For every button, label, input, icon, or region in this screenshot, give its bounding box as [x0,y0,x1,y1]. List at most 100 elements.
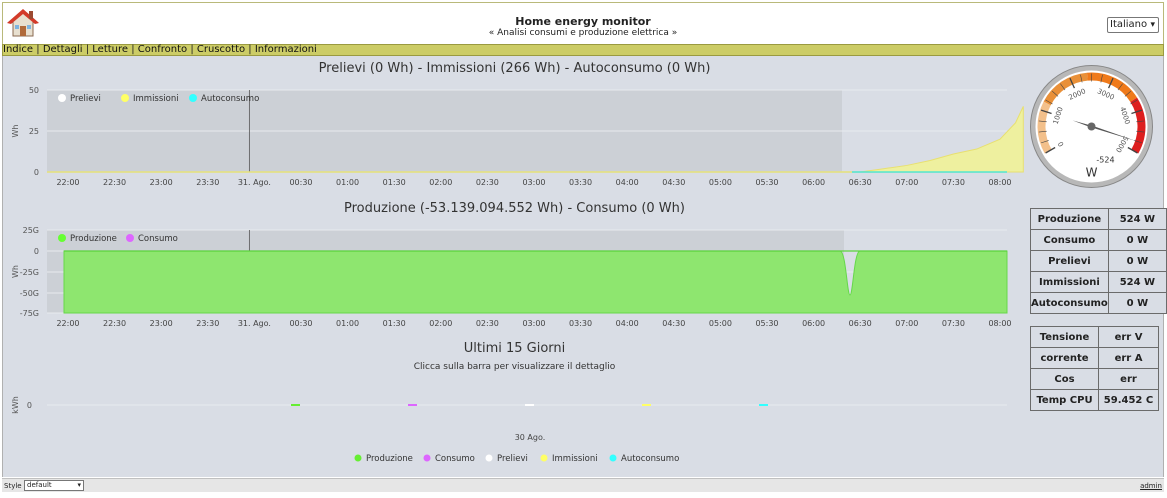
power-label: Immissioni [1030,271,1109,293]
y-tick-label: -25G [20,268,39,277]
legend-label: Produzione [70,234,117,244]
x-tick-label: 04:00 [616,178,639,187]
admin-link[interactable]: admin [1140,482,1162,490]
nav-item-dettagli[interactable]: Dettagli [43,44,83,55]
header: Home energy monitor « Analisi consumi e … [2,2,1164,44]
x-tick-label: 22:30 [103,319,126,328]
x-tick-label: 04:30 [662,178,685,187]
y-tick-label: 0 [27,401,32,410]
y-tick-label: 0 [34,168,39,177]
table-row: Autoconsumo 0 W [1030,292,1167,314]
legend-label: Prelievi [497,454,528,464]
sensor-value: err V [1098,326,1159,348]
bar-autoconsumo [759,404,768,406]
x-tick-label: 06:00 [802,178,825,187]
x-tick-label: 03:00 [522,319,545,328]
y-tick-label: 50 [29,86,39,95]
legend-marker [58,234,66,242]
footer: Style : default ▾ admin [2,478,1164,492]
y-tick-label: -50G [20,289,39,298]
sensor-label: Cos [1030,368,1099,390]
x-tick-label: 01:00 [336,178,359,187]
legend-label: Autoconsumo [201,94,259,104]
table-row: corrente err A [1030,347,1159,369]
table-row: Temp CPU 59.452 C [1030,389,1159,411]
power-value: 0 W [1107,292,1167,314]
sensor-label: Tensione [1030,326,1099,348]
x-tick-label: 22:00 [56,178,79,187]
language-select[interactable]: Italiano ▾ [1107,17,1159,33]
nav-item-letture[interactable]: Letture [92,44,128,55]
legend-marker [121,94,129,102]
x-tick-label: 04:00 [616,319,639,328]
table-row: Prelievi 0 W [1030,250,1167,272]
x-tick-label: 02:00 [429,319,452,328]
power-label: Autoconsumo [1030,292,1109,314]
legend-marker [126,234,134,242]
x-tick-label: 05:30 [755,178,778,187]
x-tick-label: 02:30 [476,319,499,328]
x-tick-label: 30 Ago. [515,433,546,442]
nav-item-indice[interactable]: Indice [3,44,33,55]
x-tick-label: 31. Ago. [238,178,271,187]
style-value: default [27,481,52,489]
y-tick-label: 25G [23,226,39,235]
x-tick-label: 22:30 [103,178,126,187]
legend-marker [354,454,362,462]
x-tick-label: 08:00 [988,319,1011,328]
sensor-label: corrente [1030,347,1099,369]
legend-label: Immissioni [552,454,598,464]
table-row: Produzione 524 W [1030,208,1167,230]
x-tick-label: 07:30 [942,319,965,328]
gauge-unit-label: W [1086,166,1098,180]
nav-item-informazioni[interactable]: Informazioni [255,44,317,55]
y-axis-label: Wh [11,125,20,138]
x-tick-label: 23:00 [150,178,173,187]
nav-item-cruscotto[interactable]: Cruscotto [197,44,245,55]
power-value: 524 W [1107,208,1167,230]
power-value: 0 W [1107,229,1167,251]
x-tick-label: 07:00 [895,319,918,328]
nav-item-confronto[interactable]: Confronto [138,44,187,55]
x-tick-label: 07:00 [895,178,918,187]
chart3-title: Ultimi 15 Giorni [463,341,566,356]
legend-marker [423,454,431,462]
chevron-down-icon: ▾ [77,481,81,489]
legend-label: Consumo [435,454,475,464]
table-row: Cos err [1030,368,1159,390]
chart2-svg[interactable]: 25G 0 -25G -50G -75G Wh 22:00 22:30 23:00 23:30 31… [2,218,1027,333]
x-tick-label: 02:30 [476,178,499,187]
power-value: 0 W [1107,250,1167,272]
x-tick-label: 07:30 [942,178,965,187]
chart1-svg[interactable]: 50 25 0 Wh 22:00 22:30 23:00 23:30 31. Ago. 00:30… [2,78,1027,193]
chart3-svg[interactable]: 0 kWh 30 Ago. Produzione Consumo Prelievi Immi… [2,378,1027,476]
x-tick-label: 00:30 [289,319,312,328]
bar-immissioni [642,404,651,406]
chevron-down-icon: ▾ [1150,20,1155,30]
x-tick-label: 22:00 [56,319,79,328]
table-row: Tensione err V [1030,326,1159,348]
chart2-title: Produzione (-53.139.094.552 Wh) - Consum… [344,201,685,216]
bar-produzione [291,404,300,406]
x-tick-label: 01:30 [383,178,406,187]
x-tick-label: 06:30 [849,178,872,187]
x-tick-label: 01:30 [383,319,406,328]
x-tick-label: 05:30 [755,319,778,328]
x-tick-label: 23:30 [196,319,219,328]
power-label: Produzione [1030,208,1109,230]
x-tick-label: 03:30 [569,178,592,187]
sensor-table: Tensione err Vcorrente err A Cos err Temp CPU… [1030,326,1159,411]
nav-bar: Indice | Dettagli | Letture | Confronto … [2,44,1164,56]
chart1-title: Prelievi (0 Wh) - Immissioni (266 Wh) - … [318,61,711,76]
page-title: Home energy monitor [515,15,651,28]
gauge-value-label: -524 [1096,156,1114,165]
x-tick-label: 23:30 [196,178,219,187]
legend-marker [540,454,548,462]
table-row: Immissioni 524 W [1030,271,1167,293]
bar-prelievi [525,404,534,406]
power-label: Consumo [1030,229,1109,251]
sensor-value: err A [1098,347,1159,369]
x-tick-label: 05:00 [709,319,732,328]
legend-marker [485,454,493,462]
style-select[interactable]: default ▾ [24,480,84,491]
